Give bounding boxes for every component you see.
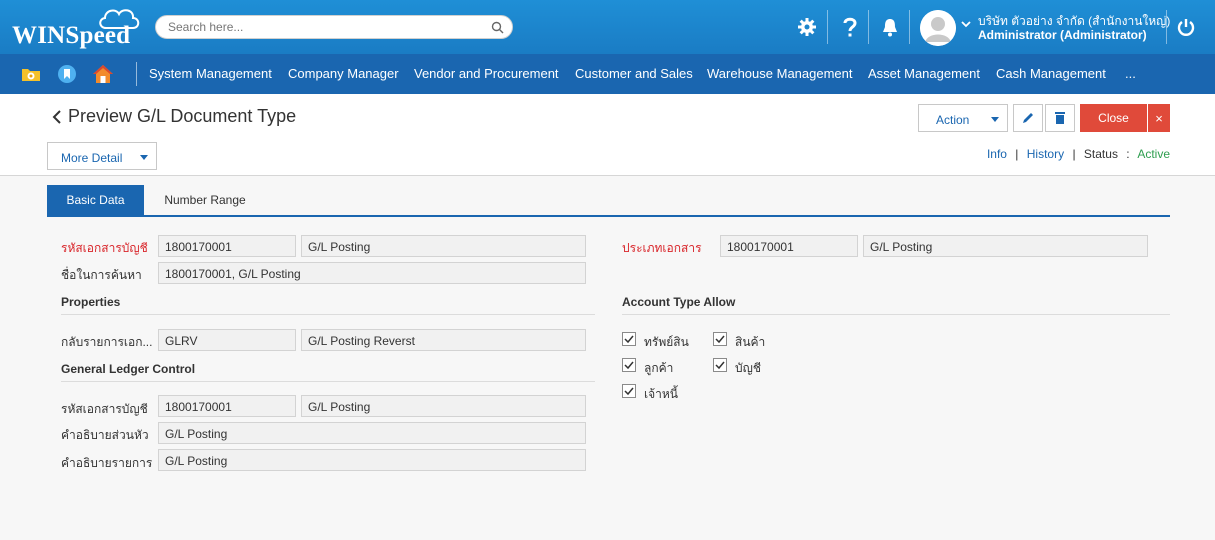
- menu-asset-management[interactable]: Asset Management: [868, 66, 980, 81]
- status-badge: Active: [1137, 147, 1170, 161]
- checkbox-product[interactable]: [713, 332, 727, 346]
- edit-button[interactable]: [1013, 104, 1043, 132]
- app-logo[interactable]: WINSpeed: [12, 9, 142, 49]
- gl-doc-code-name-field[interactable]: G/L Posting: [301, 395, 586, 417]
- header-desc-field[interactable]: G/L Posting: [158, 422, 586, 444]
- link-separator: |: [1072, 147, 1076, 161]
- checkbox-account-label: บัญชี: [735, 361, 761, 375]
- section-divider: [61, 314, 595, 315]
- link-separator: |: [1015, 147, 1019, 161]
- line-desc-field[interactable]: G/L Posting: [158, 449, 586, 471]
- user-role: Administrator (Administrator): [978, 28, 1147, 42]
- logo-text: WINSpeed: [12, 22, 131, 49]
- more-detail-button[interactable]: More Detail: [47, 142, 157, 170]
- doc-code-field[interactable]: 1800170001: [158, 235, 296, 257]
- menu-cash-management[interactable]: Cash Management: [996, 66, 1106, 81]
- gl-doc-code-label: รหัสเอกสารบัญชี: [61, 402, 148, 416]
- section-divider: [622, 314, 1170, 315]
- tab-basic-data[interactable]: Basic Data: [47, 185, 144, 215]
- close-icon[interactable]: ×: [1148, 104, 1170, 132]
- line-desc-label: คำอธิบายรายการ: [61, 456, 153, 470]
- search-input[interactable]: [168, 20, 478, 34]
- page-title: Preview G/L Document Type: [68, 106, 297, 126]
- header-desc-label: คำอธิบายส่วนหัว: [61, 428, 149, 442]
- checkbox-account[interactable]: [713, 358, 727, 372]
- menu-divider: [136, 62, 137, 86]
- help-icon[interactable]: [837, 14, 863, 40]
- home-icon[interactable]: [92, 64, 113, 84]
- properties-title: Properties: [61, 295, 121, 309]
- checkbox-creditor[interactable]: [622, 384, 636, 398]
- account-type-title: Account Type Allow: [622, 295, 736, 309]
- close-button[interactable]: Close: [1080, 104, 1147, 132]
- checkbox-asset-label: ทรัพย์สิน: [644, 335, 689, 349]
- doc-type-label: ประเภทเอกสาร: [622, 241, 702, 255]
- reverse-name-field[interactable]: G/L Posting Reverst: [301, 329, 586, 351]
- checkbox-asset[interactable]: [622, 332, 636, 346]
- search-box[interactable]: [155, 15, 513, 39]
- reverse-doc-label: กลับรายการเอก...: [61, 335, 153, 349]
- main-menu-bar: System Management Company Manager Vendor…: [0, 54, 1215, 94]
- menu-company-manager[interactable]: Company Manager: [288, 66, 399, 81]
- more-detail-label: More Detail: [61, 151, 123, 165]
- top-divider: [868, 10, 869, 44]
- search-name-label: ชื่อในการค้นหา: [61, 268, 142, 282]
- menu-more[interactable]: ...: [1125, 66, 1136, 81]
- search-icon[interactable]: [491, 21, 504, 34]
- action-label: Action: [936, 113, 970, 127]
- checkbox-product-label: สินค้า: [735, 335, 766, 349]
- doc-type-code-field[interactable]: 1800170001: [720, 235, 858, 257]
- doc-code-name-field[interactable]: G/L Posting: [301, 235, 586, 257]
- action-dropdown-button[interactable]: Action: [918, 104, 1008, 132]
- status-label: Status: [1083, 147, 1118, 161]
- page-header: Preview G/L Document Type Action Close ×…: [0, 94, 1215, 176]
- gl-control-title: General Ledger Control: [61, 362, 196, 376]
- check-icon: [715, 361, 725, 370]
- tab-bar: Basic Data Number Range: [47, 185, 1170, 217]
- gl-doc-code-field[interactable]: 1800170001: [158, 395, 296, 417]
- status-colon: :: [1126, 147, 1130, 161]
- avatar[interactable]: [920, 10, 956, 46]
- menu-system-management[interactable]: System Management: [149, 66, 272, 81]
- top-divider: [1166, 10, 1167, 44]
- search-name-field[interactable]: 1800170001, G/L Posting: [158, 262, 586, 284]
- meta-links: Info | History | Status : Active: [987, 147, 1170, 161]
- menu-warehouse-management[interactable]: Warehouse Management: [707, 66, 853, 81]
- checkbox-creditor-label: เจ้าหนี้: [644, 387, 678, 401]
- bell-icon[interactable]: [877, 14, 903, 40]
- reverse-code-field[interactable]: GLRV: [158, 329, 296, 351]
- doc-code-label: รหัสเอกสารบัญชี: [61, 241, 148, 255]
- checkbox-customer[interactable]: [622, 358, 636, 372]
- gear-icon[interactable]: [794, 14, 820, 40]
- folder-icon[interactable]: [21, 64, 41, 84]
- check-icon: [624, 335, 634, 344]
- caret-down-icon: [991, 117, 999, 122]
- section-divider: [61, 381, 595, 382]
- history-link[interactable]: History: [1027, 147, 1064, 161]
- trash-icon: [1055, 112, 1065, 124]
- doc-type-name-field[interactable]: G/L Posting: [863, 235, 1148, 257]
- delete-button[interactable]: [1045, 104, 1075, 132]
- top-divider: [827, 10, 828, 44]
- checkbox-customer-label: ลูกค้า: [644, 361, 674, 375]
- pencil-icon: [1023, 113, 1033, 123]
- check-icon: [715, 335, 725, 344]
- check-icon: [624, 361, 634, 370]
- top-divider: [909, 10, 910, 44]
- top-bar: WINSpeed Search here... บริษัท ตัวอย่าง …: [0, 0, 1215, 54]
- back-arrow-icon[interactable]: [52, 109, 62, 125]
- chevron-down-icon[interactable]: [961, 20, 971, 28]
- info-link[interactable]: Info: [987, 147, 1007, 161]
- menu-customer-sales[interactable]: Customer and Sales: [575, 66, 693, 81]
- tab-number-range[interactable]: Number Range: [150, 185, 260, 215]
- caret-down-icon: [140, 155, 148, 160]
- menu-vendor-procurement[interactable]: Vendor and Procurement: [414, 66, 559, 81]
- check-icon: [624, 387, 634, 396]
- bookmark-icon[interactable]: [57, 64, 77, 84]
- power-icon[interactable]: [1173, 14, 1199, 40]
